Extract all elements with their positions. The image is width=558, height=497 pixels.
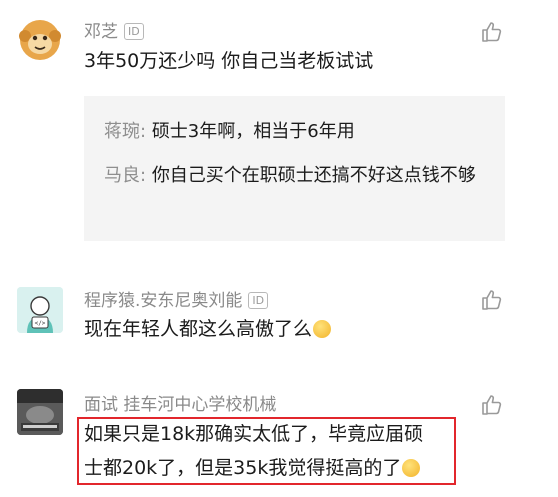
avatar[interactable]: </> <box>17 287 63 333</box>
comment-text: 3年50万还少吗 你自己当老板试试 <box>84 50 374 72</box>
highlight-box <box>77 417 456 485</box>
id-badge: ID <box>248 292 269 309</box>
svg-text:</>: </> <box>35 320 46 327</box>
username[interactable]: 面试 挂车河中心学校机械 <box>84 394 276 416</box>
thumbs-up-icon[interactable] <box>480 20 504 44</box>
reply-text: 你自己买个在职硕士还搞不好这点钱不够 <box>151 165 476 186</box>
avatar[interactable] <box>17 389 63 435</box>
id-badge: ID <box>124 23 144 40</box>
thumbs-up-icon[interactable] <box>480 393 504 417</box>
reply-text: 硕士3年啊，相当于6年用 <box>151 121 355 142</box>
coder-avatar-icon: </> <box>17 287 63 333</box>
reply-author[interactable]: 马良: <box>104 165 146 186</box>
avatar[interactable] <box>17 16 63 62</box>
username[interactable]: 程序猿.安东尼奥刘能 ID <box>84 290 269 312</box>
proud-emoji-icon <box>313 320 332 338</box>
username[interactable]: 邓芝 ID <box>84 21 144 43</box>
reply-list[interactable]: 蒋琬: 硕士3年啊，相当于6年用 马良: 你自己买个在职硕士还搞不好这点钱不够 <box>84 96 505 241</box>
photo-avatar-icon <box>17 389 63 435</box>
monkey-avatar-icon <box>19 20 61 60</box>
reply-author[interactable]: 蒋琬: <box>104 121 146 142</box>
thumbs-up-icon[interactable] <box>480 288 504 312</box>
reply-item: 马良: 你自己买个在职硕士还搞不好这点钱不够 <box>104 160 499 192</box>
comment-text: 现在年轻人都这么高傲了么 <box>84 312 332 346</box>
reply-item: 蒋琬: 硕士3年啊，相当于6年用 <box>104 116 499 148</box>
